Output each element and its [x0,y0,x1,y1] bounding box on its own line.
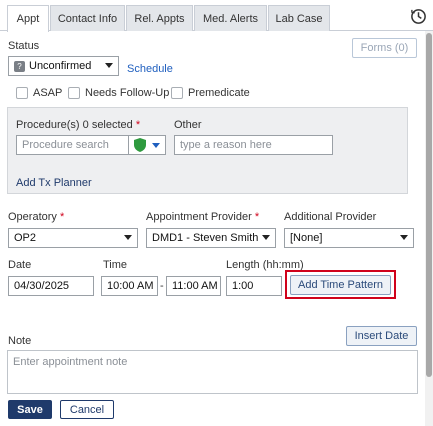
operatory-label-text: Operatory [8,211,57,223]
operatory-value: OP2 [14,232,37,244]
date-input[interactable]: 04/30/2025 [8,276,94,296]
needs-follow-up-checkbox[interactable] [68,87,80,99]
cancel-button[interactable]: Cancel [60,400,114,419]
asap-checkbox[interactable] [16,87,28,99]
premedicate-checkbox[interactable] [171,87,183,99]
other-label: Other [174,119,202,131]
premedicate-label: Premedicate [188,87,250,99]
add-tx-planner-link[interactable]: Add Tx Planner [16,177,92,189]
end-time-value: 11:00 AM [172,280,218,292]
schedule-link[interactable]: Schedule [127,63,173,75]
shield-icon [134,138,146,152]
insert-date-button[interactable]: Insert Date [346,326,417,346]
appointment-provider-label-text: Appointment Provider [146,211,252,223]
other-reason-placeholder: type a reason here [180,139,272,151]
tab-label: Med. Alerts [202,12,259,25]
time-separator: - [160,280,164,292]
procedure-search-input[interactable]: Procedure search [16,135,129,155]
tab-label: Contact Info [57,12,118,25]
clock-history-icon[interactable] [410,8,427,25]
note-textarea[interactable]: Enter appointment note [7,350,418,394]
scrollbar-thumb[interactable] [426,33,432,377]
chevron-down-icon [262,235,270,240]
insert-date-label: Insert Date [354,330,409,342]
shield-dropdown[interactable] [128,135,166,155]
status-value: Unconfirmed [29,60,92,72]
tab-label: Appt [16,13,40,25]
length-input[interactable]: 1:00 [226,276,282,296]
status-select[interactable]: ? Unconfirmed [8,56,119,76]
status-label: Status [8,40,40,52]
tab-med-alerts[interactable]: Med. Alerts [194,5,267,31]
chevron-down-icon [152,143,160,148]
tab-contact-info[interactable]: Contact Info [50,5,125,31]
tab-bar: Appt Contact Info Rel. Appts Med. Alerts… [0,0,433,32]
time-label: Time [103,259,128,271]
required-marker: * [59,211,65,223]
needs-follow-up-label: Needs Follow-Up [85,87,170,99]
appointment-provider-value: DMD1 - Steven Smith [152,232,259,244]
additional-provider-select[interactable]: [None] [284,228,414,248]
additional-provider-label: Additional Provider [284,211,377,223]
additional-provider-value: [None] [290,232,323,244]
tab-label: Lab Case [275,12,323,25]
start-time-input[interactable]: 10:00 AM [101,276,158,296]
operatory-label: Operatory * [8,211,64,223]
asap-label: ASAP [33,87,63,99]
tab-appt[interactable]: Appt [7,5,49,32]
chevron-down-icon [105,63,113,68]
appointment-provider-label: Appointment Provider * [146,211,259,223]
save-button-label: Save [17,403,43,416]
scrollbar[interactable] [425,31,433,426]
end-time-input[interactable]: 11:00 AM [166,276,221,296]
procedures-selected-count: 0 selected [82,119,133,131]
length-value: 1:00 [232,280,254,292]
add-time-pattern-button[interactable]: Add Time Pattern [290,275,391,295]
chevron-down-icon [400,235,408,240]
procedures-label: Procedure(s) 0 selected * [16,119,140,131]
tab-label: Rel. Appts [134,12,185,25]
required-marker: * [254,211,260,223]
chevron-down-icon [124,235,132,240]
tab-lab-case[interactable]: Lab Case [268,5,330,31]
appointment-provider-select[interactable]: DMD1 - Steven Smith [146,228,276,248]
save-button[interactable]: Save [8,400,52,419]
tab-rel-appts[interactable]: Rel. Appts [126,5,193,31]
forms-button[interactable]: Forms (0) [352,38,417,58]
note-placeholder: Enter appointment note [13,356,128,368]
cancel-button-label: Cancel [69,403,105,416]
date-label: Date [8,259,32,271]
procedures-label-text: Procedure(s) [16,119,80,131]
start-time-value: 10:00 AM [107,280,154,292]
add-time-pattern-label: Add Time Pattern [298,279,383,291]
note-label: Note [8,335,32,347]
other-reason-input[interactable]: type a reason here [174,135,333,155]
required-marker: * [135,119,141,131]
operatory-select[interactable]: OP2 [8,228,138,248]
date-value: 04/30/2025 [14,280,70,292]
forms-button-label: Forms (0) [360,42,409,54]
procedure-search-placeholder: Procedure search [22,139,109,151]
status-icon: ? [14,60,25,72]
